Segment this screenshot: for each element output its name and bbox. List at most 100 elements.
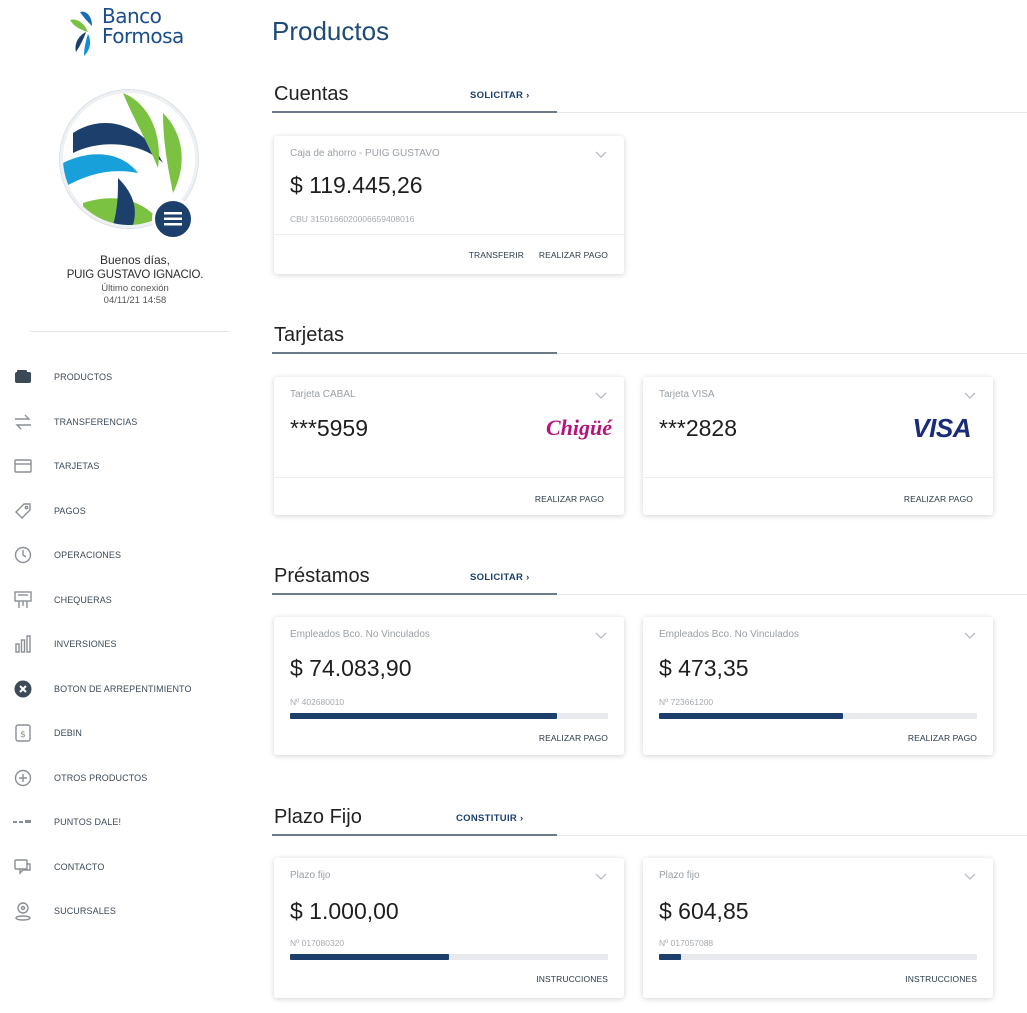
sidebar-item-label: TRANSFERENCIAS xyxy=(54,416,138,427)
contact-icon xyxy=(10,856,36,878)
chevron-down-icon[interactable] xyxy=(594,150,608,160)
section-title: Préstamos xyxy=(274,565,370,587)
deposit-label: Plazo fijo xyxy=(290,870,331,881)
sidebar-item-label: PRODUCTOS xyxy=(54,372,113,383)
deposit-amount: $ 1.000,00 xyxy=(290,898,399,924)
chevron-down-icon[interactable] xyxy=(963,391,977,401)
card-label: Tarjeta CABAL xyxy=(290,389,356,400)
sidebar-item-label: PUNTOS DALE! xyxy=(54,817,122,828)
deposit-card[interactable]: Plazo fijo $ 604,85 Nº 017057088 INSTRUC… xyxy=(643,858,993,998)
account-balance: $ 119.445,26 xyxy=(290,172,423,198)
sidebar-item-label: INVERSIONES xyxy=(54,639,117,650)
loan-label: Empleados Bco. No Vinculados xyxy=(290,629,430,640)
sidebar-item-debin[interactable]: $ DEBIN xyxy=(10,711,240,756)
sidebar-divider xyxy=(30,331,230,332)
cancel-icon xyxy=(10,678,36,700)
sidebar: Banco Formosa Buenos días, PUIG GUSTAVO … xyxy=(0,0,240,1013)
sidebar-item-pagos[interactable]: PAGOS xyxy=(10,489,240,534)
loan-amount: $ 473,35 xyxy=(659,655,749,681)
section-title: Plazo Fijo xyxy=(274,806,362,828)
deposit-label: Plazo fijo xyxy=(659,870,700,881)
loan-label: Empleados Bco. No Vinculados xyxy=(659,629,799,640)
user-greeting: Buenos días, PUIG GUSTAVO IGNACIO. Últim… xyxy=(0,253,270,307)
user-name: PUIG GUSTAVO IGNACIO. xyxy=(66,269,204,281)
loan-card[interactable]: Empleados Bco. No Vinculados $ 473,35 Nº… xyxy=(643,617,993,755)
bank-logo[interactable]: Banco Formosa xyxy=(66,6,184,58)
sidebar-item-label: CHEQUERAS xyxy=(54,594,112,605)
chevron-down-icon[interactable] xyxy=(594,391,608,401)
instrucciones-button[interactable]: INSTRUCCIONES xyxy=(905,974,977,984)
sidebar-item-tarjetas[interactable]: TARJETAS xyxy=(10,444,240,489)
sidebar-item-contacto[interactable]: CONTACTO xyxy=(10,845,240,890)
points-icon xyxy=(10,811,36,833)
sidebar-item-label: CONTACTO xyxy=(54,861,105,872)
debin-icon: $ xyxy=(10,722,36,744)
sidebar-item-inversiones[interactable]: INVERSIONES xyxy=(10,622,240,667)
deposit-progress-bar xyxy=(659,954,977,960)
instrucciones-button[interactable]: INSTRUCCIONES xyxy=(536,974,608,984)
loan-number: Nº 402680010 xyxy=(290,697,345,707)
card-number: ***5959 xyxy=(290,415,369,441)
deposit-progress-bar xyxy=(290,954,608,960)
chevron-right-icon: › xyxy=(520,813,524,824)
chevron-down-icon[interactable] xyxy=(594,872,608,882)
chevron-down-icon[interactable] xyxy=(594,631,608,641)
deposit-number: Nº 017057088 xyxy=(659,938,714,948)
card-icon xyxy=(10,455,36,477)
realizar-pago-button[interactable]: REALIZAR PAGO xyxy=(908,733,977,743)
last-login-value: 04/11/21 14:58 xyxy=(103,295,167,306)
branch-icon xyxy=(10,900,36,922)
avatar[interactable] xyxy=(60,90,202,240)
page-title: Productos xyxy=(272,16,390,46)
chevron-down-icon[interactable] xyxy=(963,631,977,641)
solicitar-cuenta-button[interactable]: SOLICITAR › xyxy=(470,90,530,101)
sidebar-item-productos[interactable]: PRODUCTOS xyxy=(10,355,240,400)
sidebar-item-operaciones[interactable]: OPERACIONES xyxy=(10,533,240,578)
deposit-number: Nº 017080320 xyxy=(290,938,345,948)
loan-card[interactable]: Empleados Bco. No Vinculados $ 74.083,90… xyxy=(274,617,624,755)
sidebar-item-sucursales[interactable]: SUCURSALES xyxy=(10,889,240,934)
realizar-pago-button[interactable]: REALIZAR PAGO xyxy=(539,733,608,743)
account-label: Caja de ahorro - PUIG GUSTAVO xyxy=(290,148,440,159)
realizar-pago-button[interactable]: REALIZAR PAGO xyxy=(535,494,604,504)
section-title: Tarjetas xyxy=(274,324,345,346)
sidebar-item-puntos-dale[interactable]: PUNTOS DALE! xyxy=(10,800,240,845)
sidebar-nav: PRODUCTOS TRANSFERENCIAS TARJETAS PAGOS … xyxy=(10,355,240,934)
sidebar-item-label: BOTON DE ARREPENTIMIENTO xyxy=(54,683,192,694)
logo-icon xyxy=(70,11,92,56)
solicitar-prestamo-button[interactable]: SOLICITAR › xyxy=(470,572,530,583)
sidebar-item-chequeras[interactable]: CHEQUERAS xyxy=(10,578,240,623)
sidebar-item-otros-productos[interactable]: OTROS PRODUCTOS xyxy=(10,756,240,801)
section-plazo-fijo: Plazo Fijo CONSTITUIR › xyxy=(272,806,1027,838)
svg-text:$: $ xyxy=(20,730,26,740)
account-card[interactable]: Caja de ahorro - PUIG GUSTAVO $ 119.445,… xyxy=(274,136,624,274)
chevron-right-icon: › xyxy=(526,90,530,101)
deposit-card[interactable]: Plazo fijo $ 1.000,00 Nº 017080320 INSTR… xyxy=(274,858,624,998)
section-cuentas: Cuentas SOLICITAR › xyxy=(272,83,1027,115)
logo-line-2: Formosa xyxy=(102,24,184,48)
transferir-button[interactable]: TRANSFERIR xyxy=(469,250,524,260)
investments-icon xyxy=(10,633,36,655)
sidebar-item-boton-arrepentimiento[interactable]: BOTON DE ARREPENTIMIENTO xyxy=(10,667,240,712)
sidebar-item-transferencias[interactable]: TRANSFERENCIAS xyxy=(10,400,240,445)
sidebar-item-label: DEBIN xyxy=(54,728,83,739)
chigue-logo: Chigüé xyxy=(545,415,612,440)
realizar-pago-button[interactable]: REALIZAR PAGO xyxy=(539,250,608,260)
sidebar-item-label: SUCURSALES xyxy=(54,906,117,917)
constituir-button[interactable]: CONSTITUIR › xyxy=(456,813,523,824)
card-visa[interactable]: Tarjeta VISA ***2828 VISA REALIZAR PAGO xyxy=(643,377,993,515)
hamburger-icon xyxy=(164,212,182,226)
card-label: Tarjeta VISA xyxy=(659,389,715,400)
visa-logo: VISA xyxy=(912,413,971,443)
plus-circle-icon xyxy=(10,767,36,789)
greeting-text: Buenos días, xyxy=(99,253,171,267)
avatar-menu-button[interactable] xyxy=(152,198,194,240)
chevron-right-icon: › xyxy=(526,572,530,583)
account-cbu: CBU 3150166020006659408016 xyxy=(290,214,415,224)
loan-progress-bar xyxy=(290,713,608,719)
card-cabal[interactable]: Tarjeta CABAL ***5959 Chigüé REALIZAR PA… xyxy=(274,377,624,515)
card-number: ***2828 xyxy=(659,415,738,441)
chevron-down-icon[interactable] xyxy=(963,872,977,882)
tag-icon xyxy=(10,500,36,522)
realizar-pago-button[interactable]: REALIZAR PAGO xyxy=(904,494,973,504)
